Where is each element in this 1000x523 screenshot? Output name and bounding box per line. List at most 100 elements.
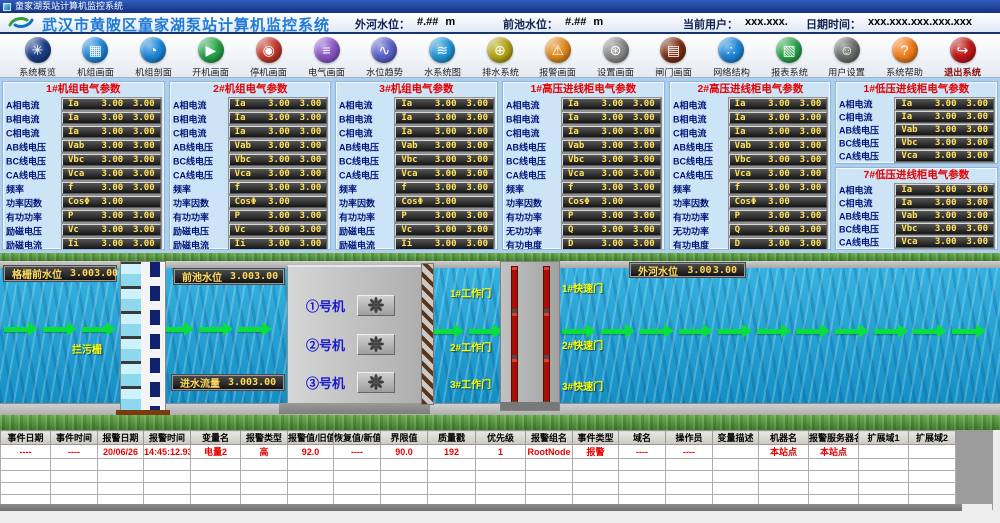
pump-2[interactable]: ②号机 <box>288 332 423 356</box>
value-current: 3.00 <box>763 99 796 109</box>
value-readout: D3.003.00 <box>729 238 828 250</box>
parameter-label: A相电流 <box>506 97 556 111</box>
alarm-column-header[interactable]: 变量名 <box>191 431 241 445</box>
pump-1[interactable]: ①号机 <box>288 293 423 317</box>
value-secondary: 3.00 <box>629 113 655 123</box>
toolbar-item-drainage-system[interactable]: ⊕排水系统 <box>473 36 528 77</box>
alarm-column-header[interactable]: 事件时间 <box>51 431 98 445</box>
parameter-row: A相电流Ia3.003.00 <box>173 97 328 111</box>
value-current: 3.00 <box>596 169 629 179</box>
value-current: 3.00 <box>263 225 296 235</box>
empty-cell <box>241 471 288 483</box>
parameter-row: C相电流Ia3.003.00 <box>339 125 494 139</box>
toolbar-item-report-system[interactable]: ▧报表系统 <box>762 36 817 77</box>
window-titlebar: 童家湖泵站计算机监控系统 <box>0 0 1000 13</box>
value-readout: f3.003.00 <box>395 182 494 194</box>
value-secondary: 3.00 <box>129 99 155 109</box>
toolbar-item-label: 网络结构 <box>706 65 757 79</box>
alarm-column-header[interactable]: 报警服务器名 <box>809 431 859 445</box>
toolbar-item-alarm-screen[interactable]: ⚠报警画面 <box>530 36 585 77</box>
alarm-column-header[interactable]: 报警时间 <box>144 431 191 445</box>
value-current: 3.00 <box>763 169 796 179</box>
value-secondary: 3.00 <box>295 225 321 235</box>
tag-name: Ia <box>568 99 596 109</box>
toolbar-item-exit-system[interactable]: ↪退出系统 <box>935 36 990 77</box>
toolbar-item-unit-section[interactable]: ◔机组剖面 <box>126 36 181 77</box>
tag-name: P <box>735 211 763 221</box>
flow-arrow-icon <box>238 327 262 332</box>
value-current: 3.00 <box>96 183 129 193</box>
toolbar-item-unit-screen[interactable]: ▦机组画面 <box>68 36 123 77</box>
system-overview-icon: ✳ <box>25 37 51 63</box>
outer-river-level-label: 外河水位 <box>638 263 678 278</box>
value-secondary: 3.00 <box>795 141 821 151</box>
alarm-column-header[interactable]: 界限值 <box>381 431 428 445</box>
flow-arrow-icon <box>199 327 223 332</box>
value-secondary: 3.00 <box>129 183 155 193</box>
toolbar-item-user-settings[interactable]: ☺用户设置 <box>819 36 874 77</box>
toolbar-item-water-system[interactable]: ≋水系统图 <box>415 36 470 77</box>
alarm-column-header[interactable]: 扩展域1 <box>859 431 909 445</box>
alarm-column-header[interactable]: 操作员 <box>666 431 713 445</box>
toolbar-item-electrical-screen[interactable]: ≡电气画面 <box>299 36 354 77</box>
parameter-row: 频率f3.003.00 <box>506 181 661 195</box>
toolbar-item-water-level-trend[interactable]: ∿水位趋势 <box>357 36 412 77</box>
toolbar-item-shutdown-screen[interactable]: ◉停机画面 <box>241 36 296 77</box>
toolbar-item-settings-screen[interactable]: ⊛设置画面 <box>588 36 643 77</box>
flow-arrow-strip <box>562 323 991 339</box>
user-settings-icon: ☺ <box>834 37 860 63</box>
header: 武汉市黄陂区童家湖泵站计算机监控系统 外河水位： #.## m 前池水位： #.… <box>0 13 1000 32</box>
alarm-table-scrollbar[interactable] <box>0 504 962 511</box>
tag-name: Ia <box>235 99 263 109</box>
alarm-column-header[interactable]: 报警值/旧值 <box>288 431 334 445</box>
empty-cell <box>619 471 666 483</box>
empty-cell <box>334 459 381 471</box>
report-system-icon: ▧ <box>776 37 802 63</box>
alarm-column-header[interactable]: 域名 <box>619 431 666 445</box>
value-current: 3.00 <box>929 211 962 221</box>
value-secondary: 3.00 <box>795 239 821 249</box>
alarm-column-header[interactable]: 报警日期 <box>98 431 144 445</box>
value-readout: Vbc3.003.00 <box>562 154 661 166</box>
alarm-column-header[interactable]: 扩展域2 <box>909 431 956 445</box>
alarm-column-header[interactable]: 事件类型 <box>573 431 619 445</box>
parameter-row: BC线电压Vbc3.003.00 <box>339 153 494 167</box>
alarm-row[interactable]: --------20/06/2614:45:12.931电量2高92.0----… <box>1 445 956 459</box>
value-secondary: 3.00 <box>295 239 321 249</box>
parameter-label: CA线电压 <box>506 167 556 181</box>
value-current: 3.00 <box>96 239 129 249</box>
parameter-row: BC线电压Vbc3.003.00 <box>839 136 994 149</box>
empty-cell <box>334 483 381 495</box>
pump-3[interactable]: ③号机 <box>288 370 423 394</box>
alarm-column-header[interactable]: 恢复值/新值 <box>334 431 381 445</box>
value-readout: Ia3.003.00 <box>562 126 661 138</box>
value-readout: Ia3.003.00 <box>395 126 494 138</box>
inflow-box: 进水流量 3.00 3.00 <box>172 375 284 390</box>
parameter-label: A相电流 <box>673 97 723 111</box>
alarm-column-header[interactable]: 机器名 <box>759 431 809 445</box>
toolbar-item-gate-screen[interactable]: ▤闸门画面 <box>646 36 701 77</box>
alarm-column-header[interactable]: 变量描述 <box>713 431 759 445</box>
alarm-column-header[interactable]: 报警组名 <box>526 431 573 445</box>
empty-cell <box>288 483 334 495</box>
alarm-column-header[interactable]: 优先级 <box>476 431 526 445</box>
toolbar-item-startup-screen[interactable]: ▶开机画面 <box>183 36 238 77</box>
tag-name: Ia <box>735 113 763 123</box>
empty-cell <box>759 471 809 483</box>
flow-arrow-icon <box>796 329 820 334</box>
alarm-column-header[interactable]: 报警类型 <box>241 431 288 445</box>
value-readout: Ia3.003.00 <box>895 98 994 110</box>
alarm-cell: 本站点 <box>809 445 859 459</box>
toolbar-item-network-structure[interactable]: ∴网络结构 <box>704 36 759 77</box>
parameter-label: BC线电压 <box>673 153 723 167</box>
value-current: 3.00 <box>96 211 129 221</box>
alarm-column-header[interactable]: 事件日期 <box>1 431 51 445</box>
tag-name: D <box>735 239 763 249</box>
parameter-row: 有功功率P3.003.00 <box>506 209 661 223</box>
value-readout: CosΦ3.00 <box>729 196 828 208</box>
alarm-column-header[interactable]: 质量戳 <box>428 431 476 445</box>
value-current: 3.00 <box>429 239 462 249</box>
value-current: 3.00 <box>263 211 296 221</box>
toolbar-item-system-help[interactable]: ?系统帮助 <box>877 36 932 77</box>
toolbar-item-system-overview[interactable]: ✳系统概览 <box>10 36 65 77</box>
